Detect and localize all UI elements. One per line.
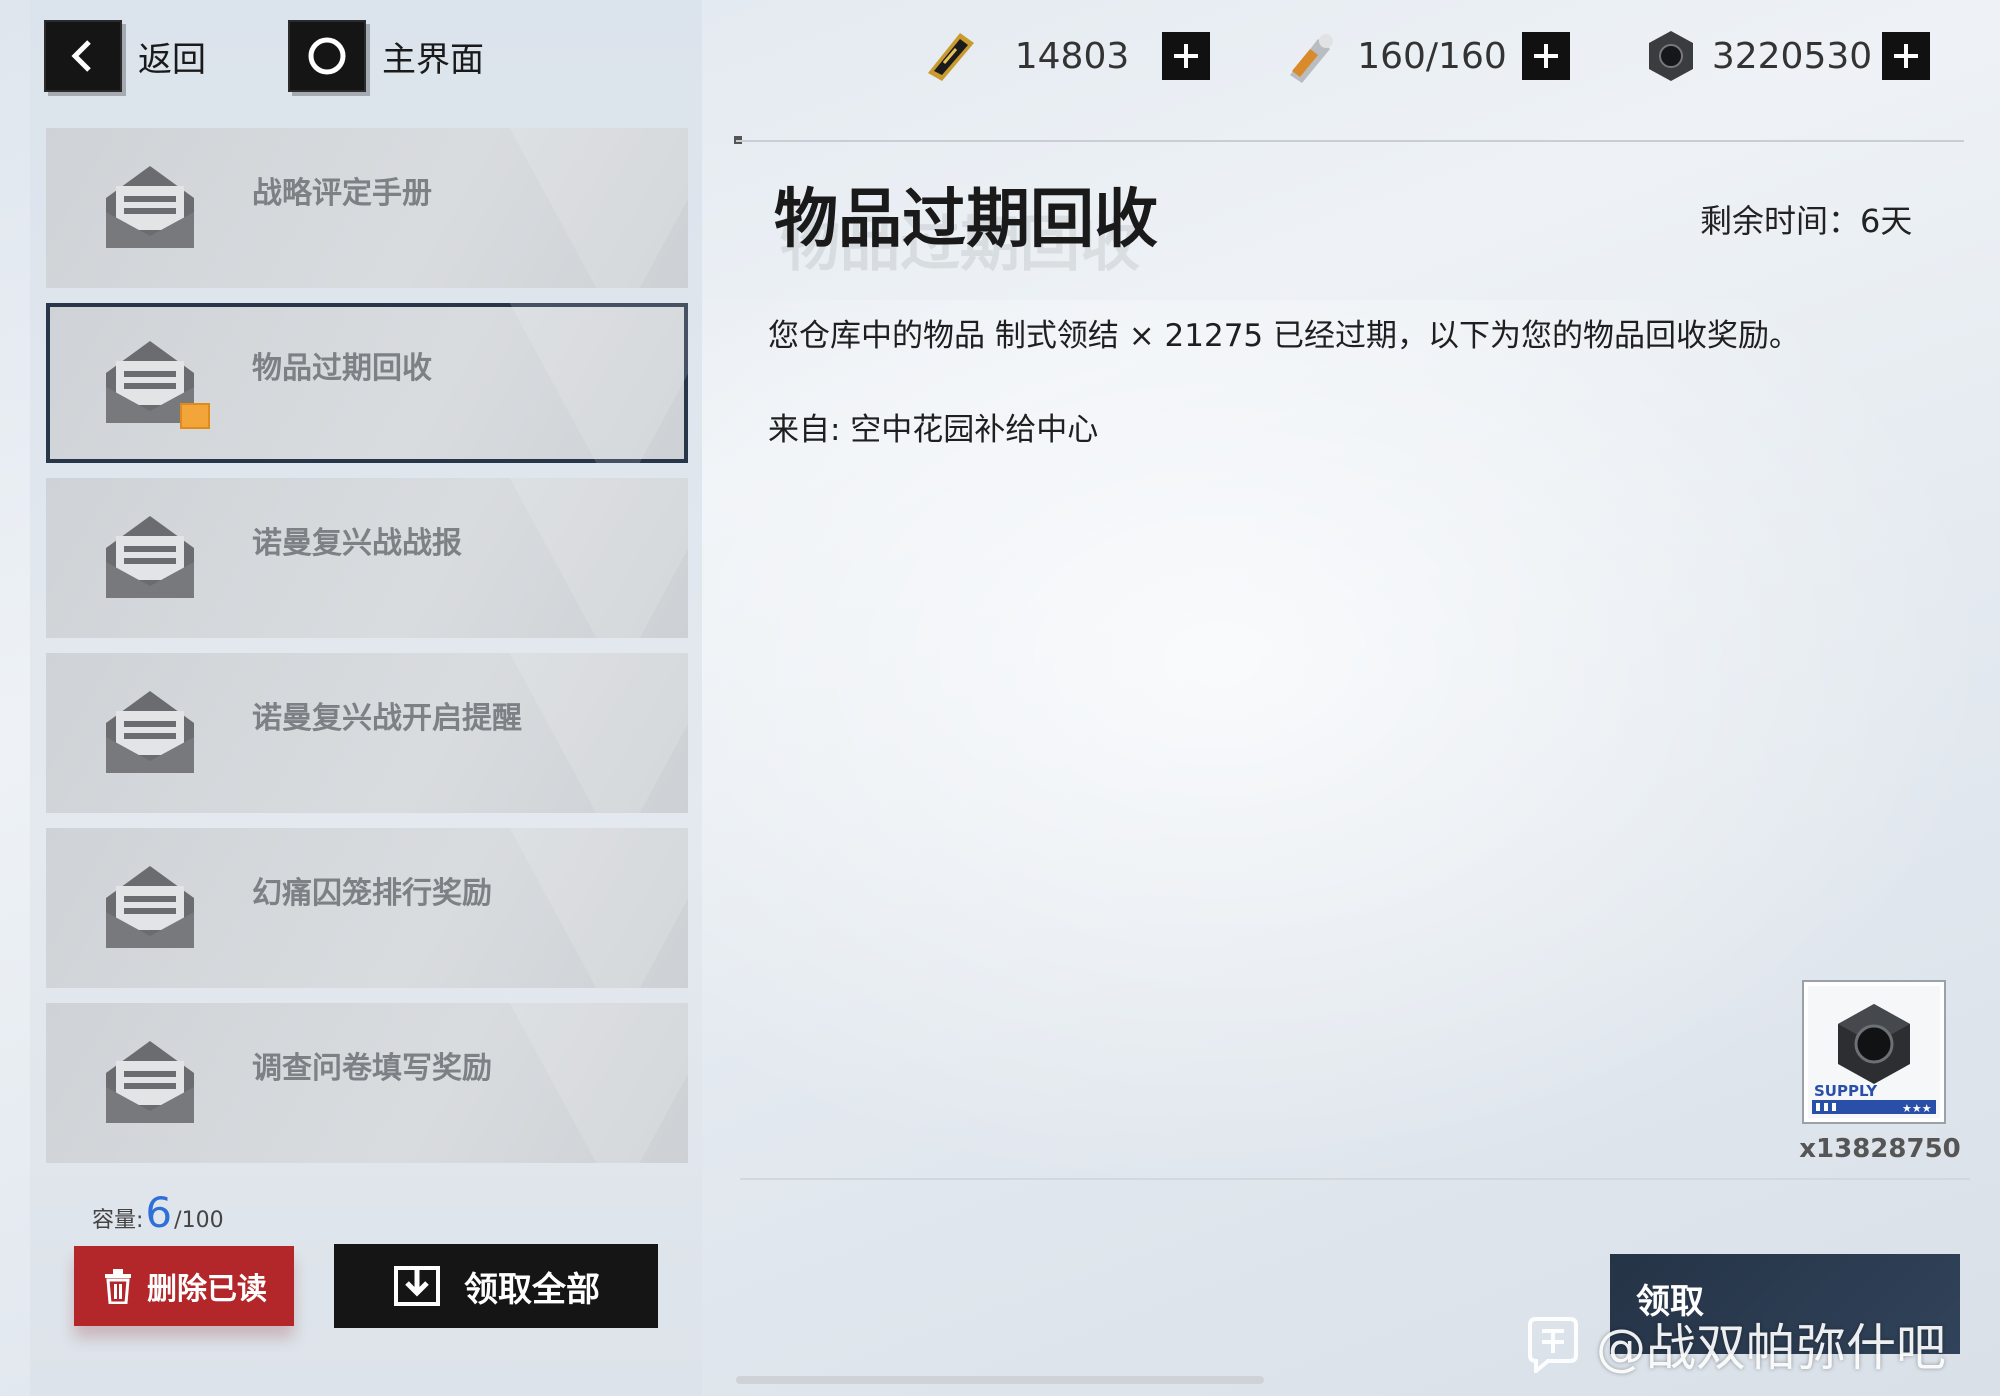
resource-hex-nut: 3220530 (1640, 20, 1930, 92)
add-ammo-button[interactable] (1522, 32, 1570, 80)
resource-value: 3220530 (1711, 35, 1873, 77)
mail-item-label: 幻痛囚笼排行奖励 (252, 876, 492, 911)
add-gold-ticket-button[interactable] (1162, 32, 1210, 80)
resource-gold-ticket: 14803 (920, 20, 1210, 92)
attachment-box-icon (180, 403, 210, 429)
envelope-icon (106, 166, 194, 248)
gold-ticket-icon (928, 33, 974, 81)
horizontal-scrollbar[interactable] (736, 1376, 1264, 1384)
delete-read-button[interactable]: 删除已读 (74, 1246, 294, 1326)
capacity-max: /100 (174, 1208, 224, 1233)
mail-body: 您仓库中的物品 制式领结 × 21275 已经过期，以下为您的物品回收奖励。 (768, 318, 1801, 354)
mail-item-strategy-manual[interactable]: 战略评定手册 (46, 128, 688, 288)
mail-item-norman-report[interactable]: 诺曼复兴战战报 (46, 478, 688, 638)
svg-text:★★★: ★★★ (1902, 1102, 1932, 1115)
plus-icon (1534, 44, 1558, 68)
add-hex-nut-button[interactable] (1882, 32, 1930, 80)
reward-quantity: x13828750 (1799, 1134, 1961, 1164)
reward-tag: SUPPLY (1814, 1082, 1878, 1100)
capacity-label: 容量: (92, 1208, 144, 1233)
home-label: 主界面 (382, 39, 484, 80)
mail-item-label: 调查问卷填写奖励 (252, 1051, 492, 1086)
capacity-current: 6 (145, 1188, 173, 1237)
claim-all-label: 领取全部 (464, 1269, 600, 1310)
mail-item-norman-reminder[interactable]: 诺曼复兴战开启提醒 (46, 653, 688, 813)
chevron-left-icon (44, 20, 122, 92)
mail-item-label: 战略评定手册 (252, 176, 432, 211)
mail-title: 物品过期回收 (774, 183, 1158, 257)
bottom-divider (740, 1178, 1970, 1180)
watermark: @战双帕弥什吧 (1524, 1308, 1946, 1380)
remaining-time: 剩余时间：6天 (1700, 202, 1913, 240)
mail-capacity: 容量:6/100 (92, 1188, 224, 1237)
plus-icon (1894, 44, 1918, 68)
resource-value: 14803 (1014, 35, 1130, 77)
envelope-icon (106, 516, 194, 598)
mail-sender: 来自: 空中花园补给中心 (768, 412, 1099, 448)
plus-icon (1174, 44, 1198, 68)
delete-read-label: 删除已读 (147, 1272, 267, 1307)
trash-icon (105, 1269, 131, 1304)
hex-nut-icon: SUPPLY ★★★ (1812, 1004, 1936, 1115)
mail-item-label: 物品过期回收 (252, 351, 432, 386)
envelope-icon (106, 691, 194, 773)
home-circle-icon (288, 20, 366, 92)
mail-item-survey-reward[interactable]: 调查问卷填写奖励 (46, 1003, 688, 1163)
resource-ammo: 160/160 (1280, 20, 1570, 92)
reward-item[interactable]: SUPPLY ★★★ (1802, 980, 1946, 1124)
tieba-logo-icon (1528, 1317, 1578, 1373)
envelope-icon (106, 1041, 194, 1123)
watermark-text: @战双帕弥什吧 (1596, 1319, 1946, 1377)
back-button[interactable]: 返回 (44, 20, 206, 92)
mail-item-phantom-cage-reward[interactable]: 幻痛囚笼排行奖励 (46, 828, 688, 988)
mail-item-label: 诺曼复兴战战报 (252, 526, 462, 561)
ammo-icon (1290, 34, 1333, 83)
download-tray-icon (394, 1266, 440, 1306)
claim-all-button[interactable]: 领取全部 (334, 1244, 658, 1328)
hex-nut-icon (1649, 31, 1693, 81)
mail-item-expired-recycle[interactable]: 物品过期回收 (46, 303, 688, 463)
envelope-icon (106, 866, 194, 948)
back-label: 返回 (138, 39, 206, 80)
home-button[interactable]: 主界面 (288, 20, 484, 92)
top-divider (736, 140, 1964, 142)
resource-value: 160/160 (1357, 35, 1507, 77)
mail-item-label: 诺曼复兴战开启提醒 (252, 701, 522, 736)
